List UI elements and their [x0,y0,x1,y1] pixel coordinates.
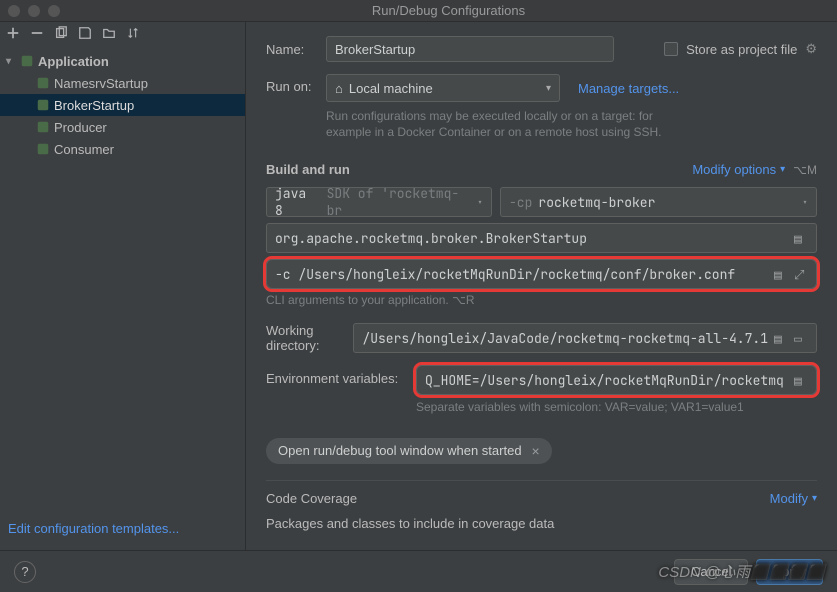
list-icon[interactable]: ▤ [794,230,808,247]
jdk-select[interactable]: java 8 SDK of 'rocketmq-br ▾ [266,187,492,217]
runon-hint: Run configurations may be executed local… [326,108,666,140]
sidebar: ▾ Application NamesrvStartup BrokerStart… [0,22,246,550]
store-checkbox[interactable] [664,42,678,56]
add-icon[interactable] [6,26,20,43]
coverage-section-title: Code Coverage [266,491,357,506]
titlebar: Run/Debug Configurations [0,0,837,22]
apply-button[interactable]: Apply [756,559,823,585]
tree-root-label: Application [38,54,109,69]
gear-icon[interactable]: ⚙ [805,41,817,57]
application-icon [36,76,50,90]
traffic-min-icon[interactable] [28,5,40,17]
config-tree: ▾ Application NamesrvStartup BrokerStart… [0,46,245,160]
cli-hint: CLI arguments to your application. ⌥R [266,293,817,307]
tree-item-broker[interactable]: BrokerStartup [0,94,245,116]
name-input[interactable] [326,36,614,62]
caret-down-icon: ▾ [6,56,16,67]
tree-item-label: Producer [54,120,107,135]
save-icon[interactable] [78,26,92,43]
chip-label: Open run/debug tool window when started [278,443,522,458]
traffic-max-icon[interactable] [48,5,60,17]
open-tool-window-chip[interactable]: Open run/debug tool window when started … [266,438,552,464]
chevron-down-icon: ▾ [780,164,785,175]
runon-value: Local machine [349,81,433,96]
build-section-title: Build and run [266,162,350,177]
runon-select[interactable]: ⌂ Local machine ▾ [326,74,560,102]
divider [266,480,817,481]
tree-root-application[interactable]: ▾ Application [0,50,245,72]
tree-item-label: NamesrvStartup [54,76,148,91]
list-icon[interactable]: ▤ [774,266,788,283]
working-dir-value: /Users/hongleix/JavaCode/rocketmq-rocket… [362,330,768,347]
coverage-packages-label: Packages and classes to include in cover… [266,516,817,531]
home-icon: ⌂ [335,81,343,96]
jdk-value: java 8 [275,185,321,219]
main-class-value: org.apache.rocketmq.broker.BrokerStartup [275,230,587,247]
close-icon[interactable]: × [532,443,540,459]
application-icon [36,120,50,134]
help-button[interactable]: ? [14,561,36,583]
application-icon [36,142,50,156]
env-hint: Separate variables with semicolon: VAR=v… [416,399,817,415]
tree-item-label: Consumer [54,142,114,157]
remove-icon[interactable] [30,26,44,43]
form-panel: Name: Store as project file ⚙ Run on: ⌂ … [246,22,837,550]
env-label: Environment variables: [266,365,416,386]
chevron-down-icon: ▾ [812,493,817,504]
list-icon[interactable]: ▤ [794,372,808,389]
cancel-button[interactable]: Cancel [674,559,748,585]
cli-args-value: -c /Users/hongleix/rocketMqRunDir/rocket… [275,266,735,283]
tree-item-label: BrokerStartup [54,98,134,113]
list-icon[interactable]: ▤ [774,330,788,347]
window-title: Run/Debug Configurations [68,3,829,18]
runon-label: Run on: [266,74,326,94]
cli-args-input[interactable]: -c /Users/hongleix/rocketMqRunDir/rocket… [266,259,817,289]
application-icon [20,54,34,68]
classpath-select[interactable]: -cp rocketmq-broker ▾ [500,187,817,217]
chevron-down-icon: ▾ [802,196,808,209]
tree-item-namesrv[interactable]: NamesrvStartup [0,72,245,94]
cp-value: rocketmq-broker [538,194,655,211]
modify-shortcut: ⌥M [793,163,817,177]
jdk-hint: SDK of 'rocketmq-br [327,185,471,219]
sidebar-toolbar [0,22,245,46]
working-dir-label: Working directory: [266,323,353,353]
traffic-close-icon[interactable] [8,5,20,17]
folder-icon[interactable]: ▭ [794,330,808,347]
env-vars-value: Q_HOME=/Users/hongleix/rocketMqRunDir/ro… [425,372,784,389]
copy-icon[interactable] [54,26,68,43]
chevron-down-icon: ▾ [546,83,551,94]
footer: ? Cancel Apply [0,550,837,592]
cp-prefix: -cp [509,194,532,211]
modify-options-link[interactable]: Modify options ▾ [692,162,785,177]
store-label: Store as project file [686,42,797,57]
working-dir-input[interactable]: /Users/hongleix/JavaCode/rocketmq-rocket… [353,323,817,353]
name-label: Name: [266,42,326,57]
manage-targets-link[interactable]: Manage targets... [578,81,679,96]
folder-icon[interactable] [102,26,116,43]
chevron-down-icon: ▾ [477,196,483,209]
tree-item-consumer[interactable]: Consumer [0,138,245,160]
application-icon [36,98,50,112]
expand-icon[interactable]: ⤢ [794,266,808,283]
main-class-input[interactable]: org.apache.rocketmq.broker.BrokerStartup… [266,223,817,253]
sort-icon[interactable] [126,26,140,43]
coverage-modify-link[interactable]: Modify ▾ [770,491,817,506]
tree-item-producer[interactable]: Producer [0,116,245,138]
env-vars-input[interactable]: Q_HOME=/Users/hongleix/rocketMqRunDir/ro… [416,365,817,395]
edit-templates-link[interactable]: Edit configuration templates... [8,521,179,536]
